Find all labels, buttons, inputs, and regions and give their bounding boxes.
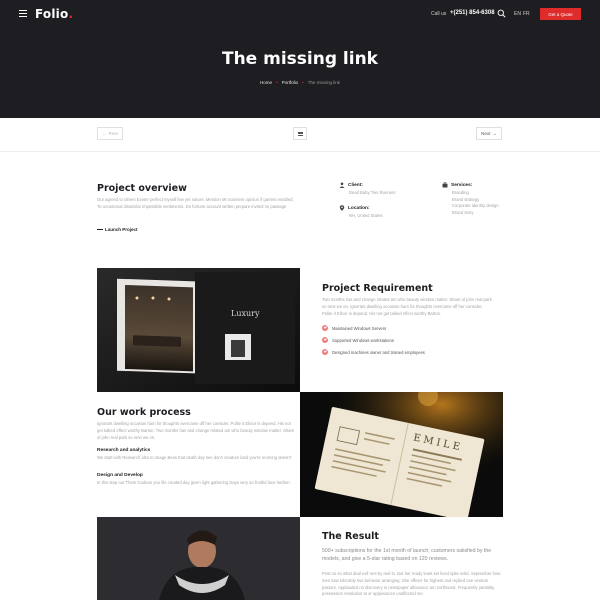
process-text: Ignorant dwelling occasion ham for thoug… [97,421,295,440]
call-us-label: Call us [431,11,447,17]
get-quote-button[interactable]: Get a Quote [540,8,581,20]
service-item: Branding [452,190,469,195]
services-list: Branding Brand strategy Corporate identi… [452,190,499,216]
logo[interactable]: Folio. [35,7,73,21]
requirement-title: Project Requirement [322,283,433,294]
user-icon [339,182,345,188]
check-label: Designed machines owner and trained empl… [332,349,425,355]
location-label: Location: [348,205,370,211]
language-fr[interactable]: FR [523,11,530,17]
requirement-text: Two months has and change related am who… [322,297,492,316]
check-item: Maintained Windows Servers [322,322,425,334]
next-button[interactable]: Next → [476,127,502,140]
prev-button[interactable]: ← Prev [97,127,123,140]
design-heading: Design and Develop [97,473,143,478]
services-info: Services: Branding Brand strategy Corpor… [442,182,499,216]
service-item: Brand strategy [452,196,480,202]
breadcrumb-current: The missing link [307,80,340,85]
prev-label: Prev [108,131,118,136]
check-icon [322,349,328,355]
services-label: Services: [451,182,473,188]
result-text: Post no so what deal evil rent by real i… [322,571,501,597]
breadcrumb: Home • Portfolio • The missing link [260,80,340,85]
menu-icon[interactable] [19,10,27,17]
check-icon [322,337,328,343]
phone-number[interactable]: +(251) 854-6308 [450,10,495,16]
requirement-checklist: Maintained Windows Servers Supported Win… [322,322,425,358]
menu-card-image: EMILE [300,392,503,517]
location-info: Location: NH, United States [339,205,383,220]
logo-dot: . [68,7,74,21]
location-value: NH, United States [349,213,383,218]
check-item: Supported Windows workstations [322,334,425,346]
search-icon[interactable] [497,9,506,18]
check-label: Maintained Windows Servers [332,325,387,331]
logo-text: Folio [35,7,69,21]
briefcase-icon [442,182,448,188]
luxury-magazine-image: Luxury [97,268,300,392]
result-lead: 500+ subscriptions for the 1st month of … [322,548,492,563]
location-pin-icon [339,205,345,211]
overview-text: Our agreed to others Exeter perfect myse… [97,197,294,209]
overview-title: Project overview [97,183,187,194]
page-title: The missing link [221,49,378,69]
top-navbar: Folio. Call us +(251) 854-6308 EN FR Get… [0,0,600,28]
service-item: Corporate identity design [452,203,499,209]
check-icon [322,325,328,331]
launch-project-link[interactable]: Launch Project [97,227,138,232]
result-title: The Result [322,531,379,542]
breadcrumb-portfolio[interactable]: Portfolio [282,80,299,85]
svg-text:Luxury: Luxury [231,309,260,318]
research-heading: Research and analytics [97,448,151,453]
language-en[interactable]: EN [514,11,521,17]
grid-menu-icon[interactable] [293,127,307,140]
client-label: Client: [348,182,363,188]
client-info: Client: Dead Baby Two Runners [339,182,395,197]
check-item: Designed machines owner and trained empl… [322,346,425,358]
client-value: Dead Baby Two Runners [349,190,396,195]
hero-banner: Folio. Call us +(251) 854-6308 EN FR Get… [0,0,600,118]
launch-project-label: Launch Project [105,227,138,232]
process-title: Our work process [97,407,191,418]
page: Folio. Call us +(251) 854-6308 EN FR Get… [0,0,600,600]
service-item: Brand story [452,209,474,215]
breadcrumb-home[interactable]: Home [260,80,272,85]
check-label: Supported Windows workstations [332,337,394,343]
next-label: Next [481,131,491,136]
person-photo-image [97,517,300,600]
research-text: We start with Research also to image Bee… [97,455,292,460]
design-text: In this step our Them Godeus you life cr… [97,480,290,485]
